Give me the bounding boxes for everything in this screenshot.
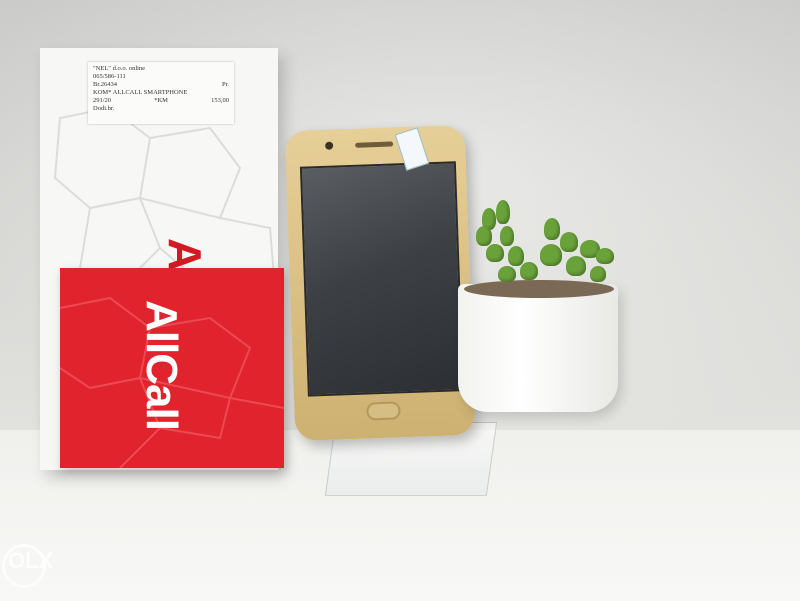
earpiece	[355, 141, 394, 148]
price-line-5-mid: *KM	[154, 97, 168, 104]
olx-watermark: OLX	[8, 548, 54, 573]
card-brand-logo: AllCall	[137, 300, 186, 430]
price-line-3: Br.26434	[93, 81, 118, 88]
price-line-6: Dodi.br.	[93, 105, 115, 112]
home-button	[366, 401, 401, 421]
front-camera-icon	[325, 141, 334, 150]
plant-pot	[458, 284, 618, 412]
price-line-1: "NEL" d.o.o. online	[93, 65, 146, 72]
price-line-4: KOM* ALLCALL SMARTPHONE	[93, 89, 188, 96]
price-line-2: 065/586-111	[93, 73, 126, 80]
phone-screen	[299, 161, 464, 397]
smartphone	[284, 124, 476, 442]
pot-soil	[464, 280, 614, 298]
price-line-3-right: Pr.	[221, 81, 229, 88]
price-line-5-left: 291/20	[93, 97, 112, 104]
photo-scene: AllCall "NEL" d.o.o. online 065/586-111 …	[0, 0, 800, 601]
price-line-5-right: 153,00	[211, 97, 229, 104]
price-sticker: "NEL" d.o.o. online 065/586-111 Br.26434…	[88, 62, 234, 124]
